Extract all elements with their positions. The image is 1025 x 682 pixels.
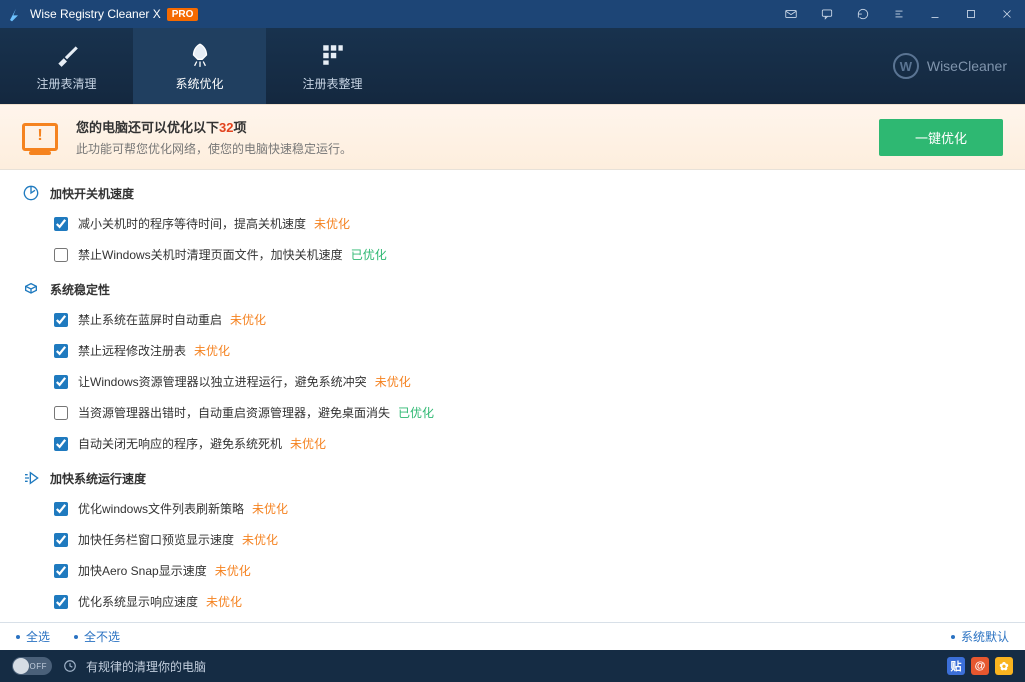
title-bar: Wise Registry Cleaner X PRO (0, 0, 1025, 28)
item-checkbox[interactable] (54, 344, 68, 358)
item-checkbox[interactable] (54, 406, 68, 420)
item-checkbox[interactable] (54, 564, 68, 578)
group-header-stability[interactable]: 系统稳定性 (0, 270, 1025, 304)
pro-badge: PRO (167, 8, 199, 21)
refresh-icon[interactable] (845, 0, 881, 28)
defaults-link[interactable]: 系统默认 (951, 628, 1009, 645)
optimize-item: 加快Aero Snap显示速度未优化 (0, 555, 1025, 586)
item-checkbox[interactable] (54, 437, 68, 451)
clock-icon (62, 658, 78, 674)
selection-bar: 全选 全不选 系统默认 (0, 622, 1025, 650)
footer: OFF 有规律的清理你的电脑 贴 @ ✿ (0, 650, 1025, 682)
tab-label: 注册表清理 (36, 75, 96, 92)
banner-title: 您的电脑还可以优化以下32项 (76, 117, 879, 136)
footer-text: 有规律的清理你的电脑 (86, 658, 206, 675)
brand-text: WiseCleaner (927, 58, 1007, 74)
tab-label: 系统优化 (175, 75, 223, 92)
mail-icon[interactable] (773, 0, 809, 28)
item-status: 未优化 (290, 435, 326, 452)
tab-registry-clean[interactable]: 注册表清理 (0, 28, 133, 104)
optimize-item: 加快任务栏窗口预览显示速度未优化 (0, 524, 1025, 555)
app-icon (8, 6, 24, 22)
item-status: 已优化 (398, 404, 434, 421)
schedule-toggle[interactable]: OFF (12, 657, 52, 675)
optimize-list: 加快开关机速度减小关机时的程序等待时间，提高关机速度未优化禁止Windows关机… (0, 170, 1025, 622)
item-text: 禁止系统在蓝屏时自动重启 (78, 311, 222, 328)
item-status: 未优化 (215, 562, 251, 579)
tab-registry-defrag[interactable]: 注册表整理 (266, 28, 399, 104)
tab-label: 注册表整理 (302, 75, 362, 92)
defrag-icon (319, 41, 347, 69)
item-text: 自动关闭无响应的程序，避免系统死机 (78, 435, 282, 452)
group-icon (22, 184, 40, 202)
optimize-item: 禁止系统在蓝屏时自动重启未优化 (0, 304, 1025, 335)
maximize-button[interactable] (953, 0, 989, 28)
item-checkbox[interactable] (54, 248, 68, 262)
optimize-item: 当资源管理器出错时，自动重启资源管理器，避免桌面消失已优化 (0, 397, 1025, 428)
optimize-item: 自动关闭无响应的程序，避免系统死机未优化 (0, 428, 1025, 459)
banner-body: 您的电脑还可以优化以下32项 此功能可帮您优化网络，使您的电脑快速稳定运行。 (76, 117, 879, 157)
item-status: 已优化 (351, 246, 387, 263)
group-title: 加快开关机速度 (50, 185, 134, 202)
item-checkbox[interactable] (54, 217, 68, 231)
rocket-icon (186, 41, 214, 69)
item-text: 让Windows资源管理器以独立进程运行，避免系统冲突 (78, 373, 367, 390)
weibo-icon[interactable]: @ (971, 657, 989, 675)
item-status: 未优化 (375, 373, 411, 390)
item-text: 加快任务栏窗口预览显示速度 (78, 531, 234, 548)
menu-icon[interactable] (881, 0, 917, 28)
item-checkbox[interactable] (54, 595, 68, 609)
group-title: 加快系统运行速度 (50, 470, 146, 487)
item-status: 未优化 (252, 500, 288, 517)
optimize-item: 让Windows资源管理器以独立进程运行，避免系统冲突未优化 (0, 366, 1025, 397)
wechat-icon[interactable]: ✿ (995, 657, 1013, 675)
group-title: 系统稳定性 (50, 281, 110, 298)
app-title: Wise Registry Cleaner X (30, 7, 161, 21)
group-icon (22, 280, 40, 298)
select-none-link[interactable]: 全不选 (74, 628, 120, 645)
optimize-item: 优化系统显示响应速度未优化 (0, 586, 1025, 617)
minimize-button[interactable] (917, 0, 953, 28)
optimize-banner: 您的电脑还可以优化以下32项 此功能可帮您优化网络，使您的电脑快速稳定运行。 一… (0, 104, 1025, 170)
banner-subtitle: 此功能可帮您优化网络，使您的电脑快速稳定运行。 (76, 140, 879, 157)
group-header-boot-speed[interactable]: 加快开关机速度 (0, 174, 1025, 208)
nav-bar: 注册表清理 系统优化 注册表整理 W WiseCleaner (0, 28, 1025, 104)
item-status: 未优化 (194, 342, 230, 359)
item-checkbox[interactable] (54, 502, 68, 516)
optimize-item: 禁止远程修改注册表未优化 (0, 335, 1025, 366)
brush-icon (53, 41, 81, 69)
warning-icon (22, 123, 58, 151)
group-header-run-speed[interactable]: 加快系统运行速度 (0, 459, 1025, 493)
item-checkbox[interactable] (54, 313, 68, 327)
item-status: 未优化 (206, 593, 242, 610)
item-status: 未优化 (242, 531, 278, 548)
brand[interactable]: W WiseCleaner (893, 28, 1025, 104)
tieba-icon[interactable]: 贴 (947, 657, 965, 675)
item-status: 未优化 (314, 215, 350, 232)
item-checkbox[interactable] (54, 375, 68, 389)
item-text: 加快Aero Snap显示速度 (78, 562, 207, 579)
item-checkbox[interactable] (54, 533, 68, 547)
item-text: 优化windows文件列表刷新策略 (78, 500, 244, 517)
close-button[interactable] (989, 0, 1025, 28)
item-text: 优化系统显示响应速度 (78, 593, 198, 610)
optimize-item: 减小关机时的程序等待时间，提高关机速度未优化 (0, 208, 1025, 239)
optimize-button[interactable]: 一键优化 (879, 119, 1003, 156)
optimize-item: 优化windows文件列表刷新策略未优化 (0, 493, 1025, 524)
item-text: 禁止Windows关机时清理页面文件，加快关机速度 (78, 246, 343, 263)
item-status: 未优化 (230, 311, 266, 328)
item-text: 减小关机时的程序等待时间，提高关机速度 (78, 215, 306, 232)
item-text: 禁止远程修改注册表 (78, 342, 186, 359)
optimize-item: 禁止Windows关机时清理页面文件，加快关机速度已优化 (0, 239, 1025, 270)
feedback-icon[interactable] (809, 0, 845, 28)
tab-system-optimize[interactable]: 系统优化 (133, 28, 266, 104)
optimize-count: 32 (219, 120, 233, 135)
group-icon (22, 469, 40, 487)
brand-logo-icon: W (893, 53, 919, 79)
item-text: 当资源管理器出错时，自动重启资源管理器，避免桌面消失 (78, 404, 390, 421)
select-all-link[interactable]: 全选 (16, 628, 50, 645)
